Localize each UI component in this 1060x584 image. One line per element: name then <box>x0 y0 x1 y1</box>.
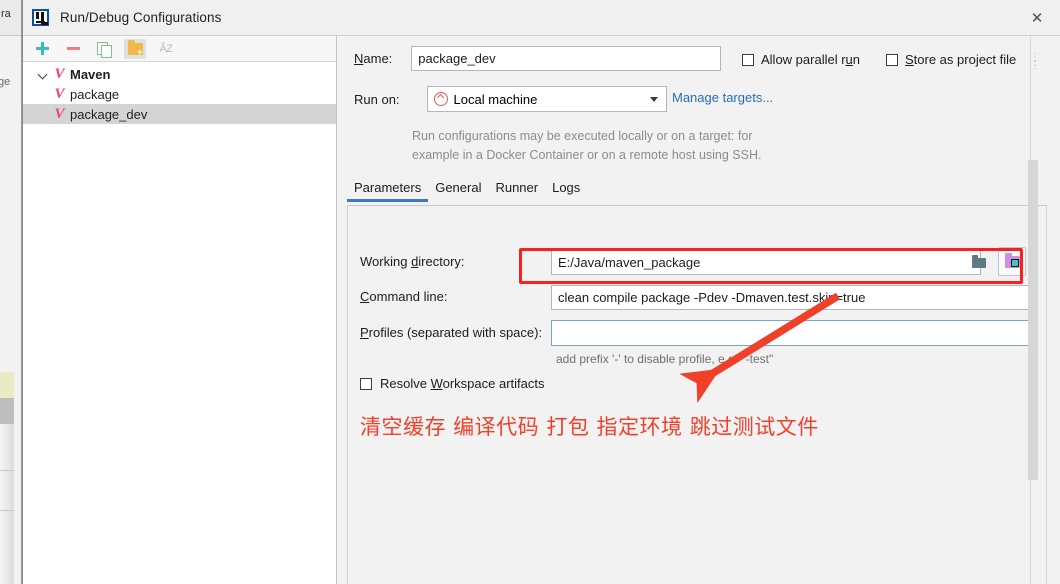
run-on-hint-line1: Run configurations may be executed local… <box>412 129 753 143</box>
chevron-down-icon[interactable] <box>37 68 50 81</box>
tab-parameters[interactable]: Parameters <box>347 180 429 202</box>
screenshot-root: ra ge Run/Debug Configurations ✕ + ÂZ V… <box>0 0 1060 584</box>
tab-general[interactable]: General <box>428 180 488 201</box>
configurations-tree-pane: ÂZ V Maven V package V package_dev <box>23 36 337 584</box>
store-as-project-file-checkbox[interactable]: Store as project file <box>886 52 1016 67</box>
run-on-dropdown[interactable]: Local machine <box>426 86 667 112</box>
checkbox-box <box>742 53 754 66</box>
copy-configuration-button[interactable] <box>93 39 115 59</box>
plus-icon <box>35 42 49 55</box>
folder-plus-icon <box>127 39 143 57</box>
manage-targets-link[interactable]: Manage targets... <box>672 90 773 105</box>
chevron-down-icon <box>649 97 658 102</box>
run-on-row: Run on: Local machine <box>354 86 667 112</box>
working-directory-input[interactable]: E:/Java/maven_package <box>551 250 981 275</box>
command-line-value: clean compile package -Pdev -Dmaven.test… <box>558 290 866 305</box>
name-row: Name: package_dev <box>354 46 722 71</box>
dialog-titlebar: Run/Debug Configurations ✕ <box>23 0 1060 36</box>
resolve-workspace-artifacts-label: Resolve Workspace artifacts <box>380 376 545 391</box>
more-options-icon[interactable]: ⋮ ⋮ <box>1030 53 1041 71</box>
background-divider-1 <box>0 470 14 471</box>
vertical-scrollbar-thumb[interactable] <box>1028 160 1038 480</box>
background-text-fragment-a: ra <box>1 8 11 20</box>
configuration-editor-pane: Name: package_dev Allow parallel run Sto… <box>338 36 1060 584</box>
maven-icon: V <box>54 105 65 122</box>
remove-configuration-button[interactable] <box>62 39 84 59</box>
module-folder-icon <box>1004 252 1020 268</box>
checkbox-box <box>886 53 898 66</box>
run-on-label: Run on: <box>354 91 400 107</box>
new-folder-button[interactable] <box>124 38 146 59</box>
copy-icon <box>97 41 112 58</box>
name-input[interactable]: package_dev <box>411 46 722 71</box>
background-yellow-marker <box>0 372 14 398</box>
minus-icon <box>66 47 80 50</box>
close-icon[interactable]: ✕ <box>1014 0 1060 35</box>
maven-icon: V <box>54 85 65 102</box>
tree-item-label: Maven <box>70 66 111 82</box>
sort-configurations-button[interactable]: ÂZ <box>155 39 177 59</box>
folder-open-icon <box>972 254 986 268</box>
allow-parallel-run-checkbox[interactable]: Allow parallel run <box>742 52 860 67</box>
run-on-hint-line2: example in a Docker Container or on a re… <box>412 148 762 162</box>
parameters-tabstrip: Parameters General Runner Logs <box>347 180 1047 206</box>
command-line-input[interactable]: clean compile package -Pdev -Dmaven.test… <box>551 285 1038 310</box>
background-text-fragment-b: ge <box>0 76 11 88</box>
add-configuration-button[interactable] <box>31 39 53 59</box>
profiles-hint: add prefix '-' to disable profile, e.g. … <box>556 352 774 366</box>
tree-toolbar: ÂZ <box>23 36 336 62</box>
intellij-idea-icon <box>32 9 49 26</box>
tree-item-maven[interactable]: V Maven <box>23 64 336 84</box>
tree-item-label: package <box>70 86 120 102</box>
profiles-label: Profiles (separated with space): <box>360 325 543 340</box>
select-module-button[interactable] <box>998 247 1026 276</box>
chinese-annotation-text: 清空缓存 编译代码 打包 指定环境 跳过测试文件 <box>360 415 819 439</box>
dialog-title: Run/Debug Configurations <box>60 10 222 25</box>
parameters-panel: Working directory: E:/Java/maven_package… <box>347 206 1047 584</box>
working-directory-label: Working directory: <box>360 254 465 269</box>
local-machine-icon <box>433 92 448 106</box>
run-on-value: Local machine <box>453 91 538 107</box>
background-grey-marker <box>0 398 14 424</box>
run-debug-configurations-dialog: Run/Debug Configurations ✕ ÂZ <box>22 0 1060 584</box>
tree-item-package[interactable]: V package <box>23 84 336 104</box>
tab-runner[interactable]: Runner <box>488 180 545 201</box>
sort-alphabetically-icon: ÂZ <box>159 42 173 55</box>
browse-working-directory-button[interactable] <box>968 251 990 274</box>
background-lower-panel <box>0 424 14 584</box>
tree-item-package-dev[interactable]: V package_dev <box>23 104 336 124</box>
background-divider-2 <box>0 510 14 511</box>
tree-item-label: package_dev <box>70 106 148 122</box>
command-line-label: Command line: <box>360 289 448 304</box>
allow-parallel-run-label: Allow parallel run <box>761 52 861 67</box>
maven-icon: V <box>54 65 65 82</box>
tab-logs[interactable]: Logs <box>545 180 587 201</box>
store-as-project-file-label: Store as project file <box>905 52 1017 67</box>
name-label: Name: <box>354 51 393 66</box>
background-ide-strip: ra ge <box>0 0 22 584</box>
profiles-input[interactable] <box>551 320 1038 346</box>
configuration-tree: V Maven V package V package_dev <box>23 62 336 124</box>
resolve-workspace-artifacts-checkbox[interactable]: Resolve Workspace artifacts <box>360 376 545 391</box>
checkbox-box <box>360 377 372 390</box>
